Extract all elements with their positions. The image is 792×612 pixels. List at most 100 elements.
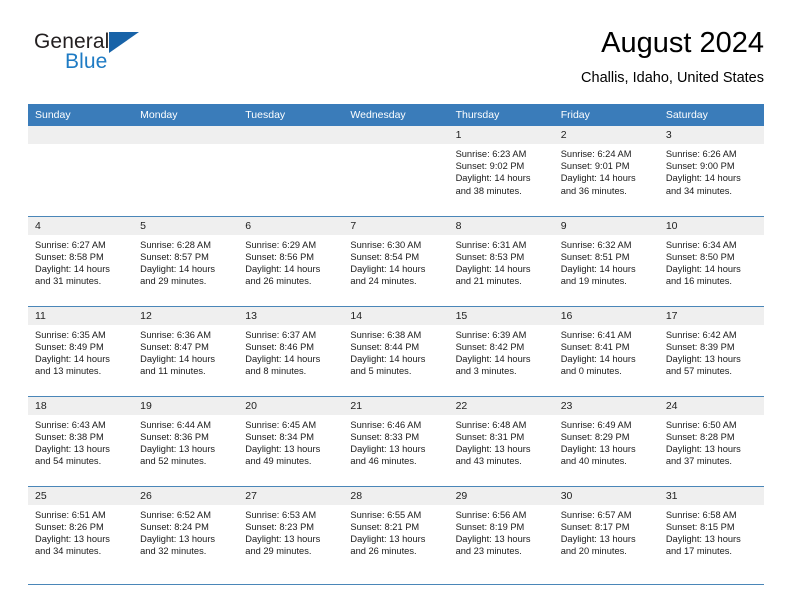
calendar-day-cell[interactable]: 30 Sunrise: 6:57 AM Sunset: 8:17 PM Dayligh… — [553, 485, 659, 576]
daylight-text: Daylight: 14 hours and 34 minutes. — [665, 173, 741, 196]
day-details: Sunrise: 6:26 AM Sunset: 9:00 PM Daylight:… — [659, 144, 764, 197]
day-details: Sunrise: 6:42 AM Sunset: 8:39 PM Daylight:… — [659, 325, 764, 378]
daylight-text: Daylight: 13 hours and 54 minutes. — [35, 443, 110, 467]
calendar-day-cell[interactable]: 3 Sunrise: 6:26 AM Sunset: 9:00 PM Daylight… — [658, 126, 764, 216]
day-number: 23 — [553, 396, 659, 415]
daylight-text: Daylight: 13 hours and 43 minutes. — [455, 443, 531, 467]
title-block: August 2024 Challis, Idaho, United State… — [581, 26, 764, 88]
day-number: 7 — [343, 216, 449, 235]
calendar-day-cell[interactable]: 1 Sunrise: 6:23 AM Sunset: 9:02 PM Daylight… — [448, 126, 554, 216]
day-details: Sunrise: 6:44 AM Sunset: 8:36 PM Daylight:… — [133, 415, 238, 468]
calendar-day-cell[interactable]: 9 Sunrise: 6:32 AM Sunset: 8:51 PM Daylight… — [553, 215, 659, 306]
calendar-day-cell-empty — [133, 126, 239, 216]
weekday-header-wednesday: Wednesday — [343, 104, 449, 126]
calendar-day-cell[interactable]: 19 Sunrise: 6:44 AM Sunset: 8:36 PM Dayligh… — [133, 395, 239, 486]
daylight-text: Daylight: 14 hours and 8 minutes. — [245, 353, 321, 377]
day-details: Sunrise: 6:23 AM Sunset: 9:02 PM Daylight:… — [449, 144, 554, 197]
calendar-day-cell[interactable]: 24 Sunrise: 6:50 AM Sunset: 8:28 PM Dayligh… — [658, 395, 764, 486]
calendar-day-cell[interactable]: 4 Sunrise: 6:27 AM Sunset: 8:58 PM Daylight… — [28, 215, 134, 306]
calendar-day-cell[interactable]: 8 Sunrise: 6:31 AM Sunset: 8:53 PM Daylight… — [448, 215, 554, 306]
day-details: Sunrise: 6:32 AM Sunset: 8:51 PM Daylight:… — [554, 235, 659, 288]
calendar-day-cell[interactable]: 15 Sunrise: 6:39 AM Sunset: 8:42 PM Dayligh… — [448, 305, 554, 396]
calendar-day-cell[interactable]: 11 Sunrise: 6:35 AM Sunset: 8:49 PM Dayligh… — [28, 305, 134, 396]
calendar-day-cell[interactable]: 21 Sunrise: 6:46 AM Sunset: 8:33 PM Dayligh… — [343, 395, 449, 486]
day-number: 18 — [28, 396, 134, 415]
sunset-text: Sunset: 8:46 PM — [245, 341, 315, 352]
calendar-day-cell[interactable]: 22 Sunrise: 6:48 AM Sunset: 8:31 PM Dayligh… — [448, 395, 554, 486]
day-number: 12 — [133, 306, 239, 325]
calendar-day-cell[interactable]: 6 Sunrise: 6:29 AM Sunset: 8:56 PM Daylight… — [238, 215, 344, 306]
day-number: 21 — [343, 396, 449, 415]
calendar-day-cell[interactable]: 31 Sunrise: 6:58 AM Sunset: 8:15 PM Dayligh… — [658, 485, 764, 576]
daylight-text: Daylight: 14 hours and 29 minutes. — [140, 263, 216, 287]
sunrise-text: Sunrise: 6:24 AM — [560, 149, 632, 159]
calendar-day-cell[interactable]: 26 Sunrise: 6:52 AM Sunset: 8:24 PM Dayligh… — [133, 485, 239, 576]
logo-text-blue: Blue — [65, 50, 108, 73]
daylight-text: Daylight: 13 hours and 26 minutes. — [350, 533, 426, 557]
sunrise-text: Sunrise: 6:55 AM — [350, 509, 422, 520]
sunset-text: Sunset: 8:31 PM — [455, 431, 525, 442]
sunset-text: Sunset: 8:51 PM — [560, 251, 630, 262]
weekday-header-sunday: Sunday — [28, 104, 134, 126]
calendar-week-row: 25 Sunrise: 6:51 AM Sunset: 8:26 PM Dayligh… — [28, 485, 764, 576]
sunset-text: Sunset: 8:42 PM — [455, 341, 525, 352]
sunrise-text: Sunrise: 6:42 AM — [665, 329, 737, 340]
sunset-text: Sunset: 8:24 PM — [140, 521, 209, 532]
grid-bottom-rule — [28, 584, 764, 585]
sunset-text: Sunset: 8:29 PM — [560, 431, 630, 442]
sunrise-text: Sunrise: 6:27 AM — [35, 239, 106, 250]
day-number: 17 — [658, 306, 764, 325]
calendar-day-cell[interactable]: 2 Sunrise: 6:24 AM Sunset: 9:01 PM Daylight… — [553, 126, 659, 216]
sunset-text: Sunset: 8:57 PM — [140, 251, 209, 262]
sunset-text: Sunset: 8:38 PM — [35, 431, 104, 442]
calendar-day-cell[interactable]: 27 Sunrise: 6:53 AM Sunset: 8:23 PM Dayligh… — [238, 485, 344, 576]
sunrise-text: Sunrise: 6:31 AM — [455, 239, 527, 250]
day-details: Sunrise: 6:27 AM Sunset: 8:58 PM Daylight:… — [28, 235, 133, 288]
sunset-text: Sunset: 9:02 PM — [455, 161, 525, 172]
general-blue-logo[interactable]: General Blue — [34, 30, 214, 90]
calendar-day-cell[interactable]: 7 Sunrise: 6:30 AM Sunset: 8:54 PM Daylight… — [343, 215, 449, 306]
day-number: 4 — [28, 216, 134, 235]
day-number: 3 — [658, 126, 764, 144]
sunrise-text: Sunrise: 6:36 AM — [140, 329, 211, 340]
day-details: Sunrise: 6:39 AM Sunset: 8:42 PM Daylight:… — [449, 325, 554, 378]
daylight-text: Daylight: 14 hours and 5 minutes. — [350, 353, 426, 377]
calendar-day-cell[interactable]: 12 Sunrise: 6:36 AM Sunset: 8:47 PM Dayligh… — [133, 305, 239, 396]
calendar-day-cell[interactable]: 29 Sunrise: 6:56 AM Sunset: 8:19 PM Dayligh… — [448, 485, 554, 576]
day-number: 1 — [448, 126, 554, 144]
weekday-header-row: Sunday Monday Tuesday Wednesday Thursday… — [28, 104, 764, 126]
calendar-day-cell[interactable]: 13 Sunrise: 6:37 AM Sunset: 8:46 PM Dayligh… — [238, 305, 344, 396]
daylight-text: Daylight: 13 hours and 37 minutes. — [665, 443, 741, 467]
calendar-day-cell[interactable]: 5 Sunrise: 6:28 AM Sunset: 8:57 PM Daylight… — [133, 215, 239, 306]
daylight-text: Daylight: 14 hours and 24 minutes. — [350, 263, 426, 287]
sunrise-text: Sunrise: 6:28 AM — [140, 239, 211, 250]
day-details: Sunrise: 6:28 AM Sunset: 8:57 PM Daylight:… — [133, 235, 238, 288]
sunset-text: Sunset: 8:58 PM — [35, 251, 104, 262]
sunrise-text: Sunrise: 6:37 AM — [245, 329, 317, 340]
calendar-week-row: 11 Sunrise: 6:35 AM Sunset: 8:49 PM Dayligh… — [28, 305, 764, 396]
calendar-day-cell[interactable]: 25 Sunrise: 6:51 AM Sunset: 8:26 PM Dayligh… — [28, 485, 134, 576]
day-number — [343, 126, 449, 144]
calendar-day-cell[interactable]: 28 Sunrise: 6:55 AM Sunset: 8:21 PM Dayligh… — [343, 485, 449, 576]
daylight-text: Daylight: 13 hours and 52 minutes. — [140, 443, 216, 467]
calendar-day-cell[interactable]: 23 Sunrise: 6:49 AM Sunset: 8:29 PM Dayligh… — [553, 395, 659, 486]
day-details: Sunrise: 6:37 AM Sunset: 8:46 PM Daylight:… — [238, 325, 343, 378]
day-number: 10 — [658, 216, 764, 235]
sunrise-text: Sunrise: 6:41 AM — [560, 329, 632, 340]
day-details: Sunrise: 6:43 AM Sunset: 8:38 PM Daylight:… — [28, 415, 133, 468]
calendar-day-cell[interactable]: 16 Sunrise: 6:41 AM Sunset: 8:41 PM Dayligh… — [553, 305, 659, 396]
calendar-day-cell[interactable]: 10 Sunrise: 6:34 AM Sunset: 8:50 PM Dayligh… — [658, 215, 764, 306]
sunrise-text: Sunrise: 6:38 AM — [350, 329, 422, 340]
sunset-text: Sunset: 8:23 PM — [245, 521, 315, 532]
day-details: Sunrise: 6:55 AM Sunset: 8:21 PM Daylight:… — [343, 505, 448, 558]
sunset-text: Sunset: 8:33 PM — [350, 431, 420, 442]
calendar-day-cell[interactable]: 17 Sunrise: 6:42 AM Sunset: 8:39 PM Dayligh… — [658, 305, 764, 396]
day-number: 29 — [448, 486, 554, 505]
calendar-day-cell[interactable]: 20 Sunrise: 6:45 AM Sunset: 8:34 PM Dayligh… — [238, 395, 344, 486]
calendar-day-cell[interactable]: 14 Sunrise: 6:38 AM Sunset: 8:44 PM Dayligh… — [343, 305, 449, 396]
day-number: 11 — [28, 306, 134, 325]
weekday-header-monday: Monday — [133, 104, 239, 126]
calendar-day-cell[interactable]: 18 Sunrise: 6:43 AM Sunset: 8:38 PM Dayligh… — [28, 395, 134, 486]
weekday-header-tuesday: Tuesday — [238, 104, 344, 126]
day-number: 8 — [448, 216, 554, 235]
